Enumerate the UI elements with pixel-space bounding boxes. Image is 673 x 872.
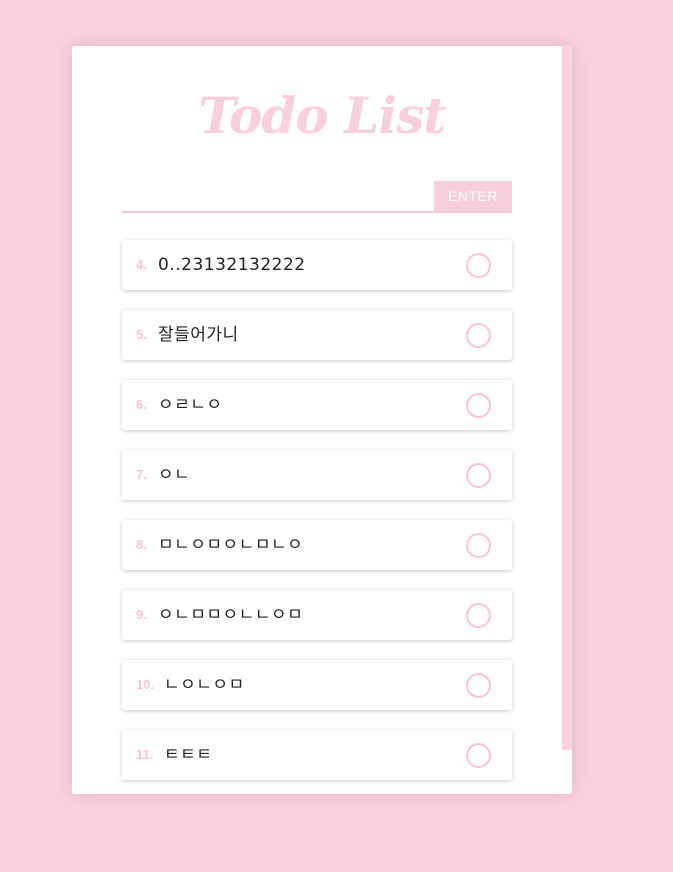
todo-item[interactable]: 8. ㅁㄴㅇㅁㅇㄴㅁㄴㅇ xyxy=(122,520,512,570)
todo-item[interactable]: 11. ㅌㅌㅌ xyxy=(122,730,512,780)
scrollbar[interactable] xyxy=(562,46,572,750)
todo-item[interactable]: 10. ㄴㅇㄴㅇㅁ xyxy=(122,660,512,710)
todo-input-row: ENTER xyxy=(122,181,512,213)
todo-card: Todo List ENTER 4. 0..23132132222 5. 잘들어… xyxy=(72,46,572,794)
todo-item-text: ㅇㄹㄴㅇ xyxy=(158,395,223,415)
todo-item-text: ㄴㅇㄴㅇㅁ xyxy=(164,675,245,695)
todo-item-text: ㅇㄴㅁㅁㅇㄴㄴㅇㅁ xyxy=(158,605,304,625)
todo-item[interactable]: 7. ㅇㄴ xyxy=(122,450,512,500)
complete-circle-icon[interactable] xyxy=(466,393,491,418)
todo-item-text: ㅇㄴ xyxy=(158,465,191,485)
complete-circle-icon[interactable] xyxy=(466,253,491,278)
todo-item-number: 7. xyxy=(136,467,147,482)
complete-circle-icon[interactable] xyxy=(466,533,491,558)
todo-input[interactable] xyxy=(122,181,426,211)
todo-item[interactable]: 6. ㅇㄹㄴㅇ xyxy=(122,380,512,430)
todo-item[interactable]: 4. 0..23132132222 xyxy=(122,240,512,290)
complete-circle-icon[interactable] xyxy=(466,603,491,628)
complete-circle-icon[interactable] xyxy=(466,743,491,768)
complete-circle-icon[interactable] xyxy=(466,463,491,488)
enter-button[interactable]: ENTER xyxy=(434,181,512,211)
page-title: Todo List xyxy=(198,86,447,145)
todo-item-text: ㅌㅌㅌ xyxy=(164,745,213,765)
todo-item-text: ㅁㄴㅇㅁㅇㄴㅁㄴㅇ xyxy=(158,535,304,555)
todo-item-number: 4. xyxy=(136,257,147,272)
todo-item-text: 0..23132132222 xyxy=(158,255,306,275)
todo-item-number: 11. xyxy=(136,747,154,762)
todo-item-number: 5. xyxy=(136,327,147,342)
todo-item-number: 9. xyxy=(136,607,147,622)
todo-item-number: 8. xyxy=(136,537,147,552)
complete-circle-icon[interactable] xyxy=(466,673,491,698)
todo-item-text: 잘들어가니 xyxy=(158,325,239,345)
complete-circle-icon[interactable] xyxy=(466,323,491,348)
todo-item[interactable]: 5. 잘들어가니 xyxy=(122,310,512,360)
todo-list: 4. 0..23132132222 5. 잘들어가니 6. ㅇㄹㄴㅇ 7. ㅇㄴ… xyxy=(122,240,512,794)
todo-item-number: 6. xyxy=(136,397,147,412)
todo-item-number: 10. xyxy=(136,677,155,692)
todo-item[interactable]: 9. ㅇㄴㅁㅁㅇㄴㄴㅇㅁ xyxy=(122,590,512,640)
